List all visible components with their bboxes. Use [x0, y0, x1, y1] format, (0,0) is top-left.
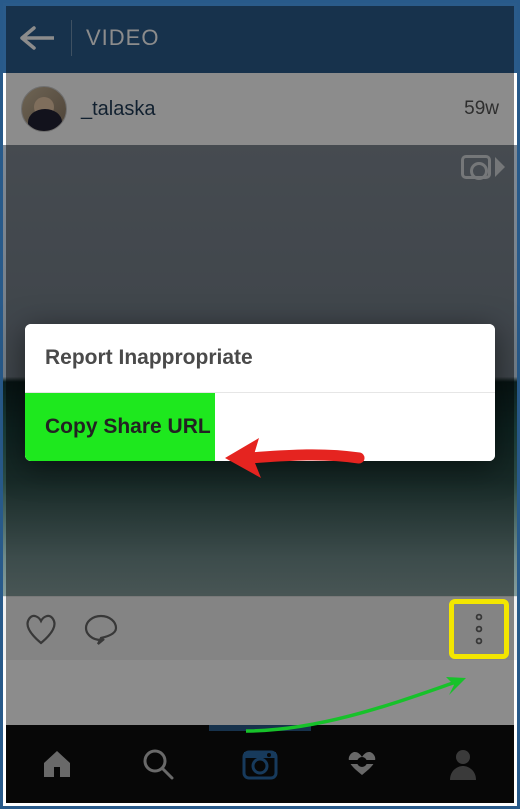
- search-icon: [142, 748, 174, 780]
- comment-icon: [84, 613, 118, 645]
- comment-button[interactable]: [81, 609, 121, 649]
- menu-item-label: Report Inappropriate: [45, 346, 253, 369]
- like-button[interactable]: [21, 609, 61, 649]
- top-bar: VIDEO: [3, 3, 517, 73]
- menu-item-report[interactable]: Report Inappropriate: [25, 324, 495, 392]
- post-header: _talaska 59w: [3, 73, 517, 145]
- options-modal: Report Inappropriate Copy Share URL: [25, 324, 495, 461]
- heart-icon: [23, 613, 59, 645]
- profile-icon: [448, 748, 478, 780]
- username[interactable]: _talaska: [81, 98, 156, 121]
- menu-item-copy-url[interactable]: Copy Share URL: [25, 393, 495, 461]
- menu-item-label: Copy Share URL: [45, 415, 211, 438]
- nav-camera[interactable]: [209, 725, 311, 803]
- back-arrow-icon: [20, 26, 54, 50]
- avatar[interactable]: [21, 86, 67, 132]
- post-timestamp: 59w: [464, 98, 499, 120]
- back-button[interactable]: [17, 18, 57, 58]
- video-badge-icon: [461, 155, 505, 179]
- home-icon: [40, 749, 74, 779]
- bottom-nav: [6, 725, 514, 803]
- activity-icon: [342, 749, 382, 779]
- camera-icon: [242, 748, 278, 780]
- nav-profile[interactable]: [412, 725, 514, 803]
- nav-search[interactable]: [108, 725, 210, 803]
- nav-activity[interactable]: [311, 725, 413, 803]
- nav-home[interactable]: [6, 725, 108, 803]
- app-frame: VIDEO _talaska 59w: [0, 0, 520, 809]
- page-title: VIDEO: [86, 25, 159, 51]
- header-divider: [71, 20, 72, 56]
- post-action-bar: [3, 596, 517, 660]
- more-options-button[interactable]: [459, 609, 499, 649]
- more-vertical-icon: [474, 612, 484, 646]
